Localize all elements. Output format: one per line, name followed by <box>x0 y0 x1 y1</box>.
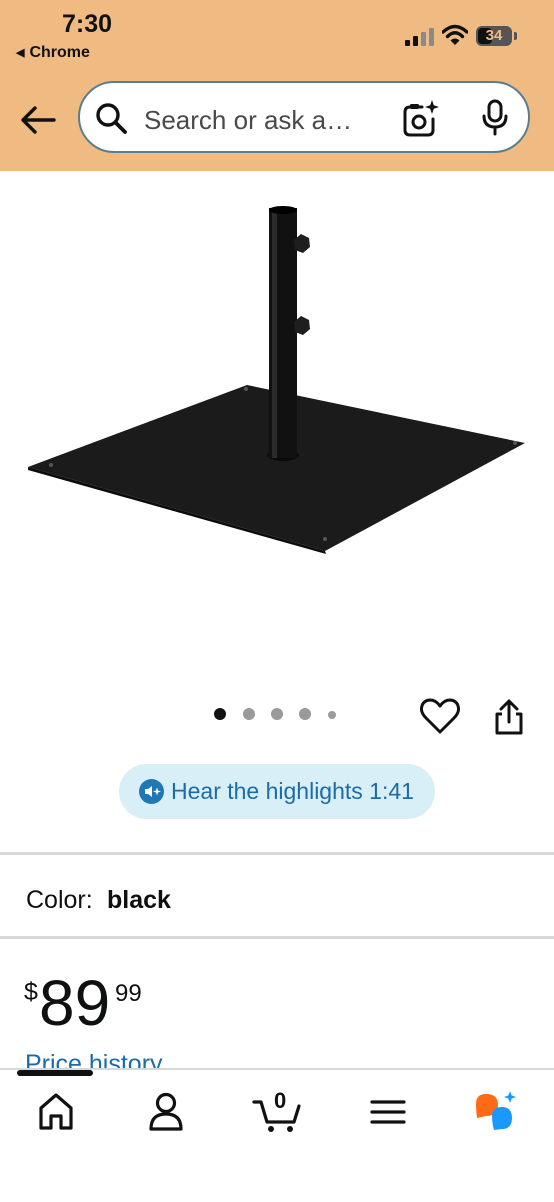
battery-icon: 34 <box>476 26 518 48</box>
price-whole: 89 <box>39 967 111 1039</box>
pagination-dot-active[interactable] <box>214 708 226 720</box>
share-icon[interactable] <box>493 698 525 736</box>
pagination-dot[interactable] <box>243 708 255 720</box>
search-input[interactable]: Search or ask a… <box>144 105 352 136</box>
top-header: 7:30 ◀ Chrome 34 Search or ask a… <box>0 0 554 171</box>
pagination-dot[interactable] <box>271 708 283 720</box>
hear-highlights-button[interactable]: Hear the highlights 1:41 <box>119 764 435 819</box>
back-arrow-icon[interactable] <box>18 100 58 140</box>
menu-icon[interactable] <box>368 1090 408 1134</box>
audio-speaker-icon <box>139 779 164 804</box>
heart-icon[interactable] <box>420 697 460 735</box>
hear-highlights-label: Hear the highlights 1:41 <box>171 778 414 804</box>
nav-active-indicator <box>17 1070 93 1076</box>
pagination-dot[interactable] <box>299 708 311 720</box>
signal-icon <box>405 28 434 46</box>
home-icon[interactable] <box>36 1090 76 1134</box>
section-divider <box>0 852 554 855</box>
color-value: black <box>107 886 171 914</box>
back-app-label: Chrome <box>29 44 90 61</box>
rufus-icon[interactable] <box>472 1090 520 1134</box>
microphone-icon[interactable] <box>480 99 510 137</box>
color-label: Color: <box>26 886 93 914</box>
account-icon[interactable] <box>146 1090 186 1134</box>
search-bar[interactable]: Search or ask a… <box>78 81 530 153</box>
camera-sparkle-icon[interactable] <box>400 98 440 138</box>
cart-button[interactable]: 0 <box>252 1088 304 1134</box>
pagination-dot[interactable] <box>328 711 336 719</box>
cart-count: 0 <box>274 1088 287 1113</box>
wifi-icon <box>442 24 468 45</box>
price-fraction: 99 <box>115 980 142 1007</box>
back-triangle-icon: ◀ <box>16 47 25 59</box>
search-icon <box>96 103 127 134</box>
price-currency-symbol: $ <box>24 978 38 1006</box>
battery-level: 34 <box>485 27 503 44</box>
back-to-app-link[interactable]: ◀ Chrome <box>16 44 90 62</box>
section-divider <box>0 936 554 939</box>
status-time: 7:30 <box>62 10 113 38</box>
product-image[interactable] <box>20 190 534 570</box>
